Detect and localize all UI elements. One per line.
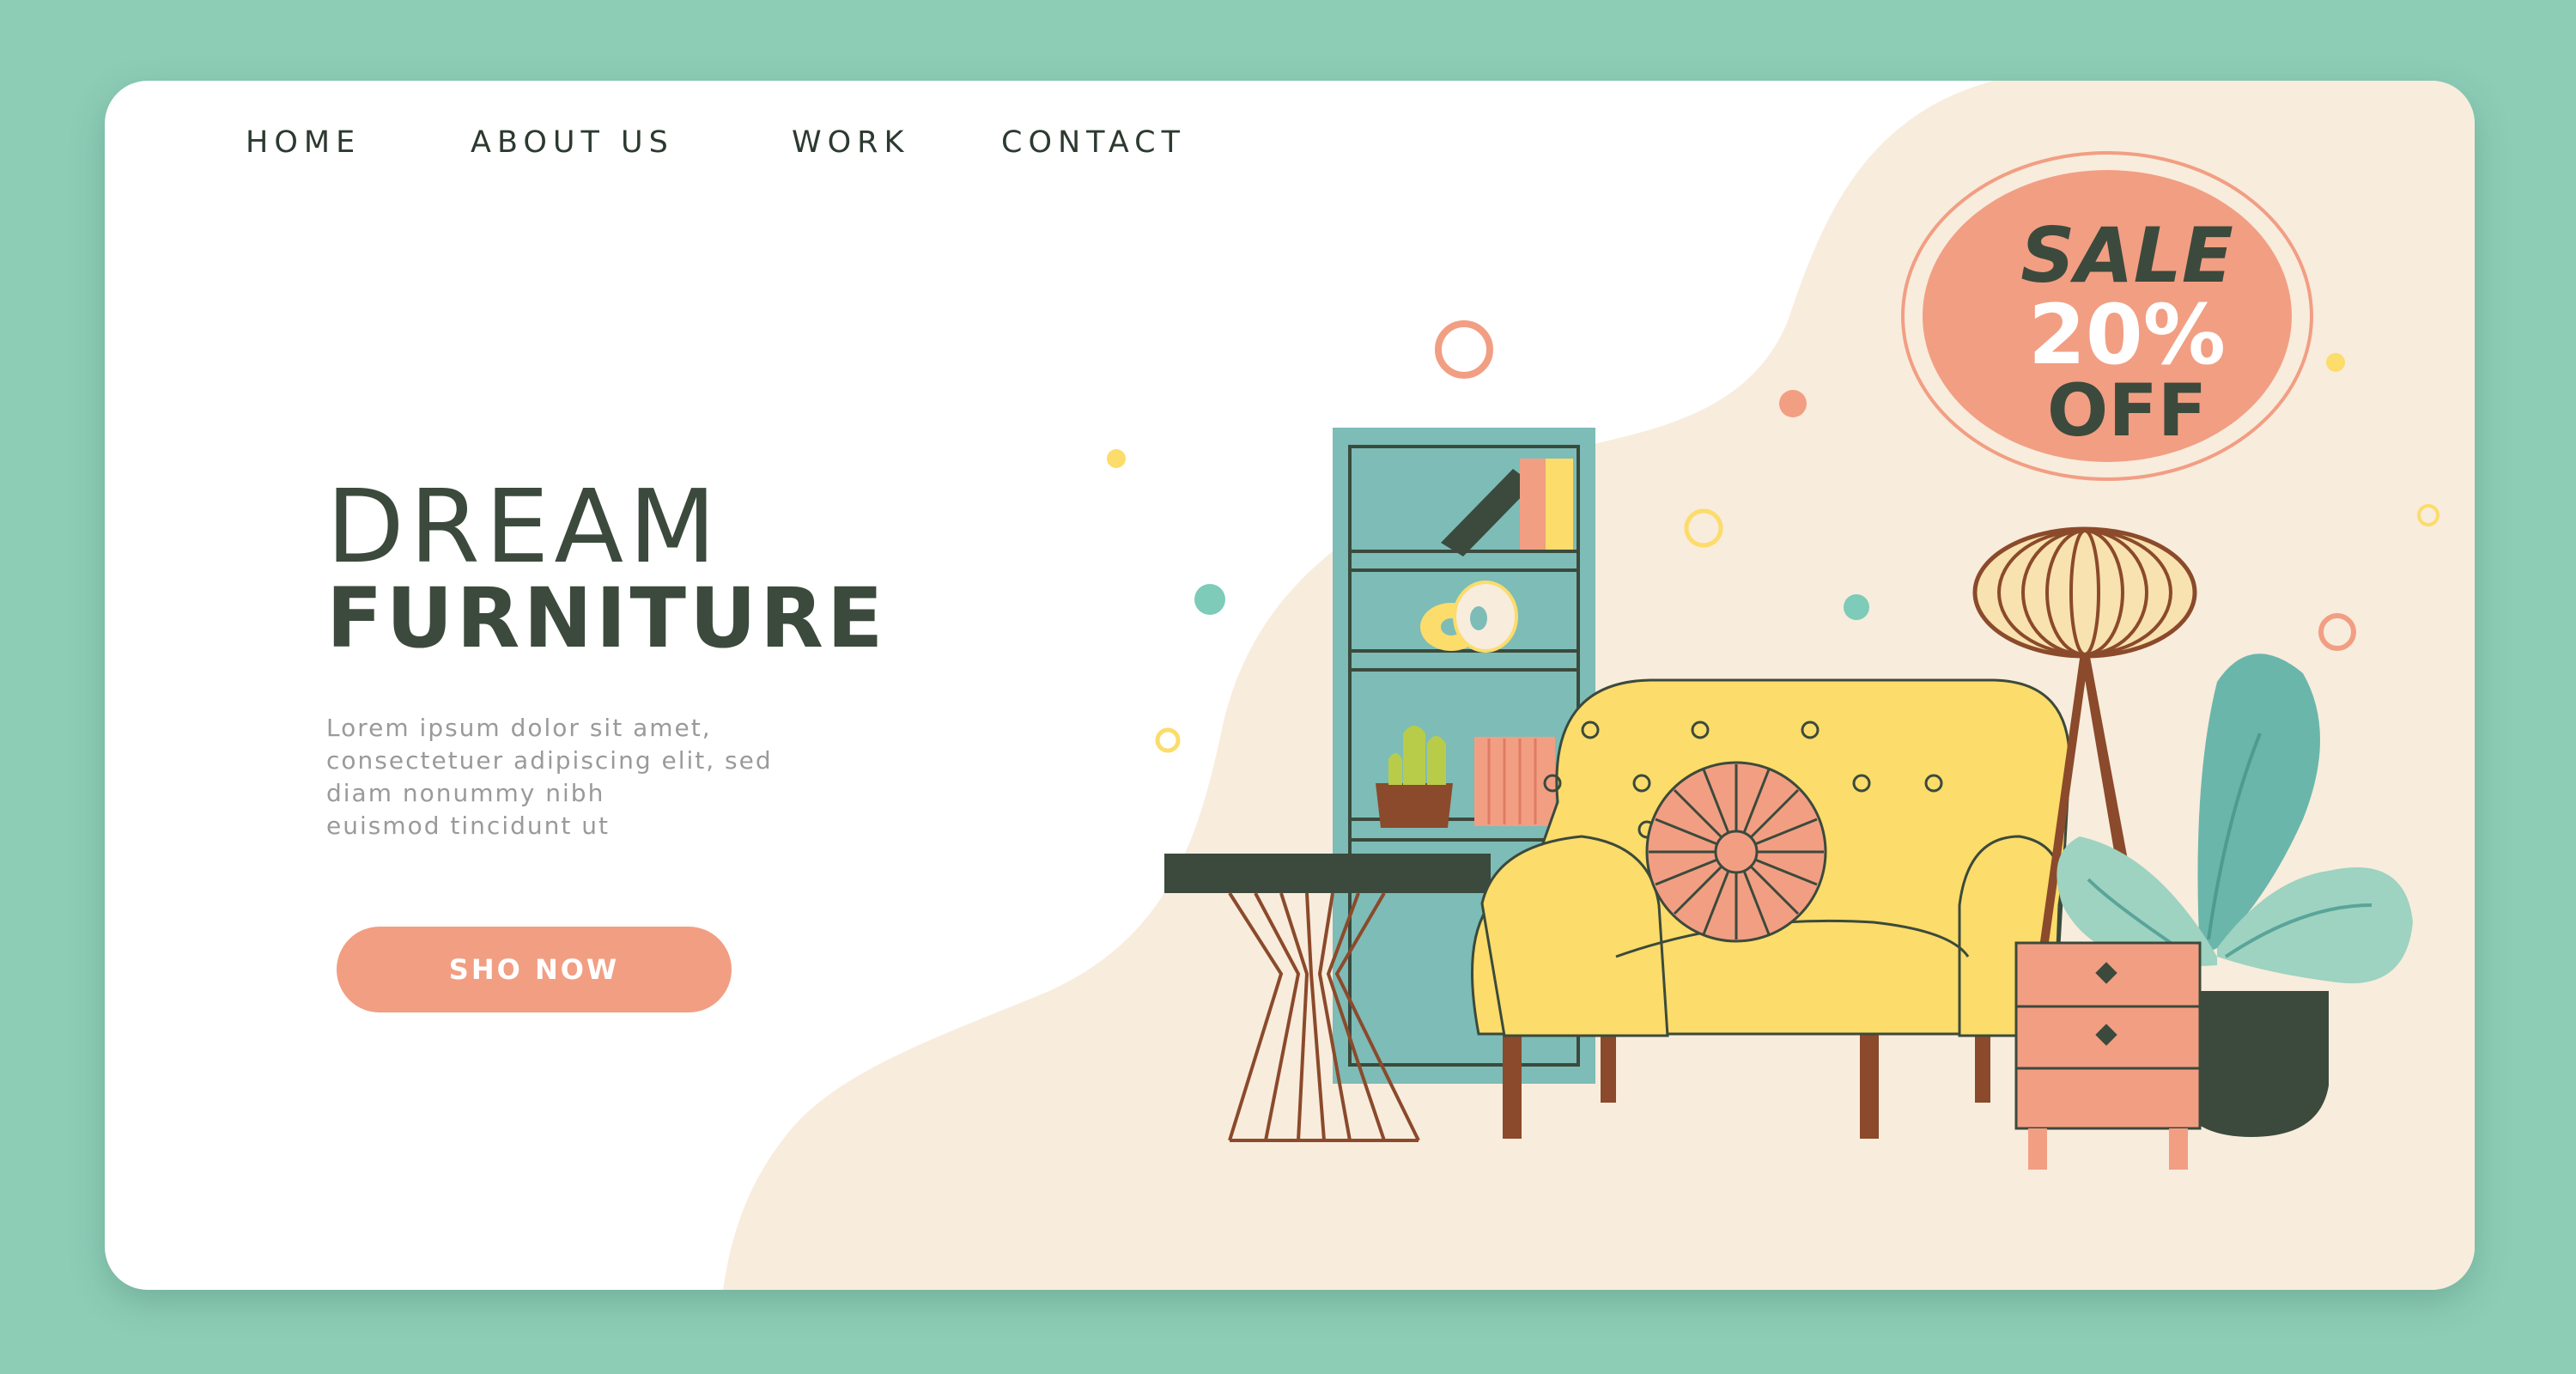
hero-title-line2: FURNITURE: [326, 570, 887, 666]
hero-body-copy: Lorem ipsum dolor sit amet, consectetuer…: [326, 712, 893, 842]
nav-about-us[interactable]: ABOUT US: [471, 125, 674, 160]
shop-now-button[interactable]: SHO NOW: [337, 927, 732, 1012]
body-line: consectetuer adipiscing elit, sed: [326, 746, 773, 775]
sale-badge-line3: OFF: [2046, 368, 2208, 453]
landing-card: HOME ABOUT US WORK CONTACT DREAM FURNITU…: [105, 81, 2475, 1290]
body-line: diam nonummy nibh: [326, 779, 605, 807]
body-line: Lorem ipsum dolor sit amet,: [326, 714, 712, 742]
body-line: euismod tincidunt ut: [326, 812, 610, 840]
hero-title: DREAM FURNITURE: [326, 476, 886, 660]
nav-home[interactable]: HOME: [246, 125, 361, 160]
nav-contact[interactable]: CONTACT: [1001, 125, 1186, 160]
nav-work[interactable]: WORK: [792, 125, 909, 160]
sale-badge-line2: 20%: [2028, 287, 2226, 383]
sale-badge-line1: SALE: [2020, 211, 2233, 300]
sale-badge: SALE 20% OFF: [1925, 158, 2329, 484]
hero-title-line1: DREAM: [326, 467, 721, 586]
